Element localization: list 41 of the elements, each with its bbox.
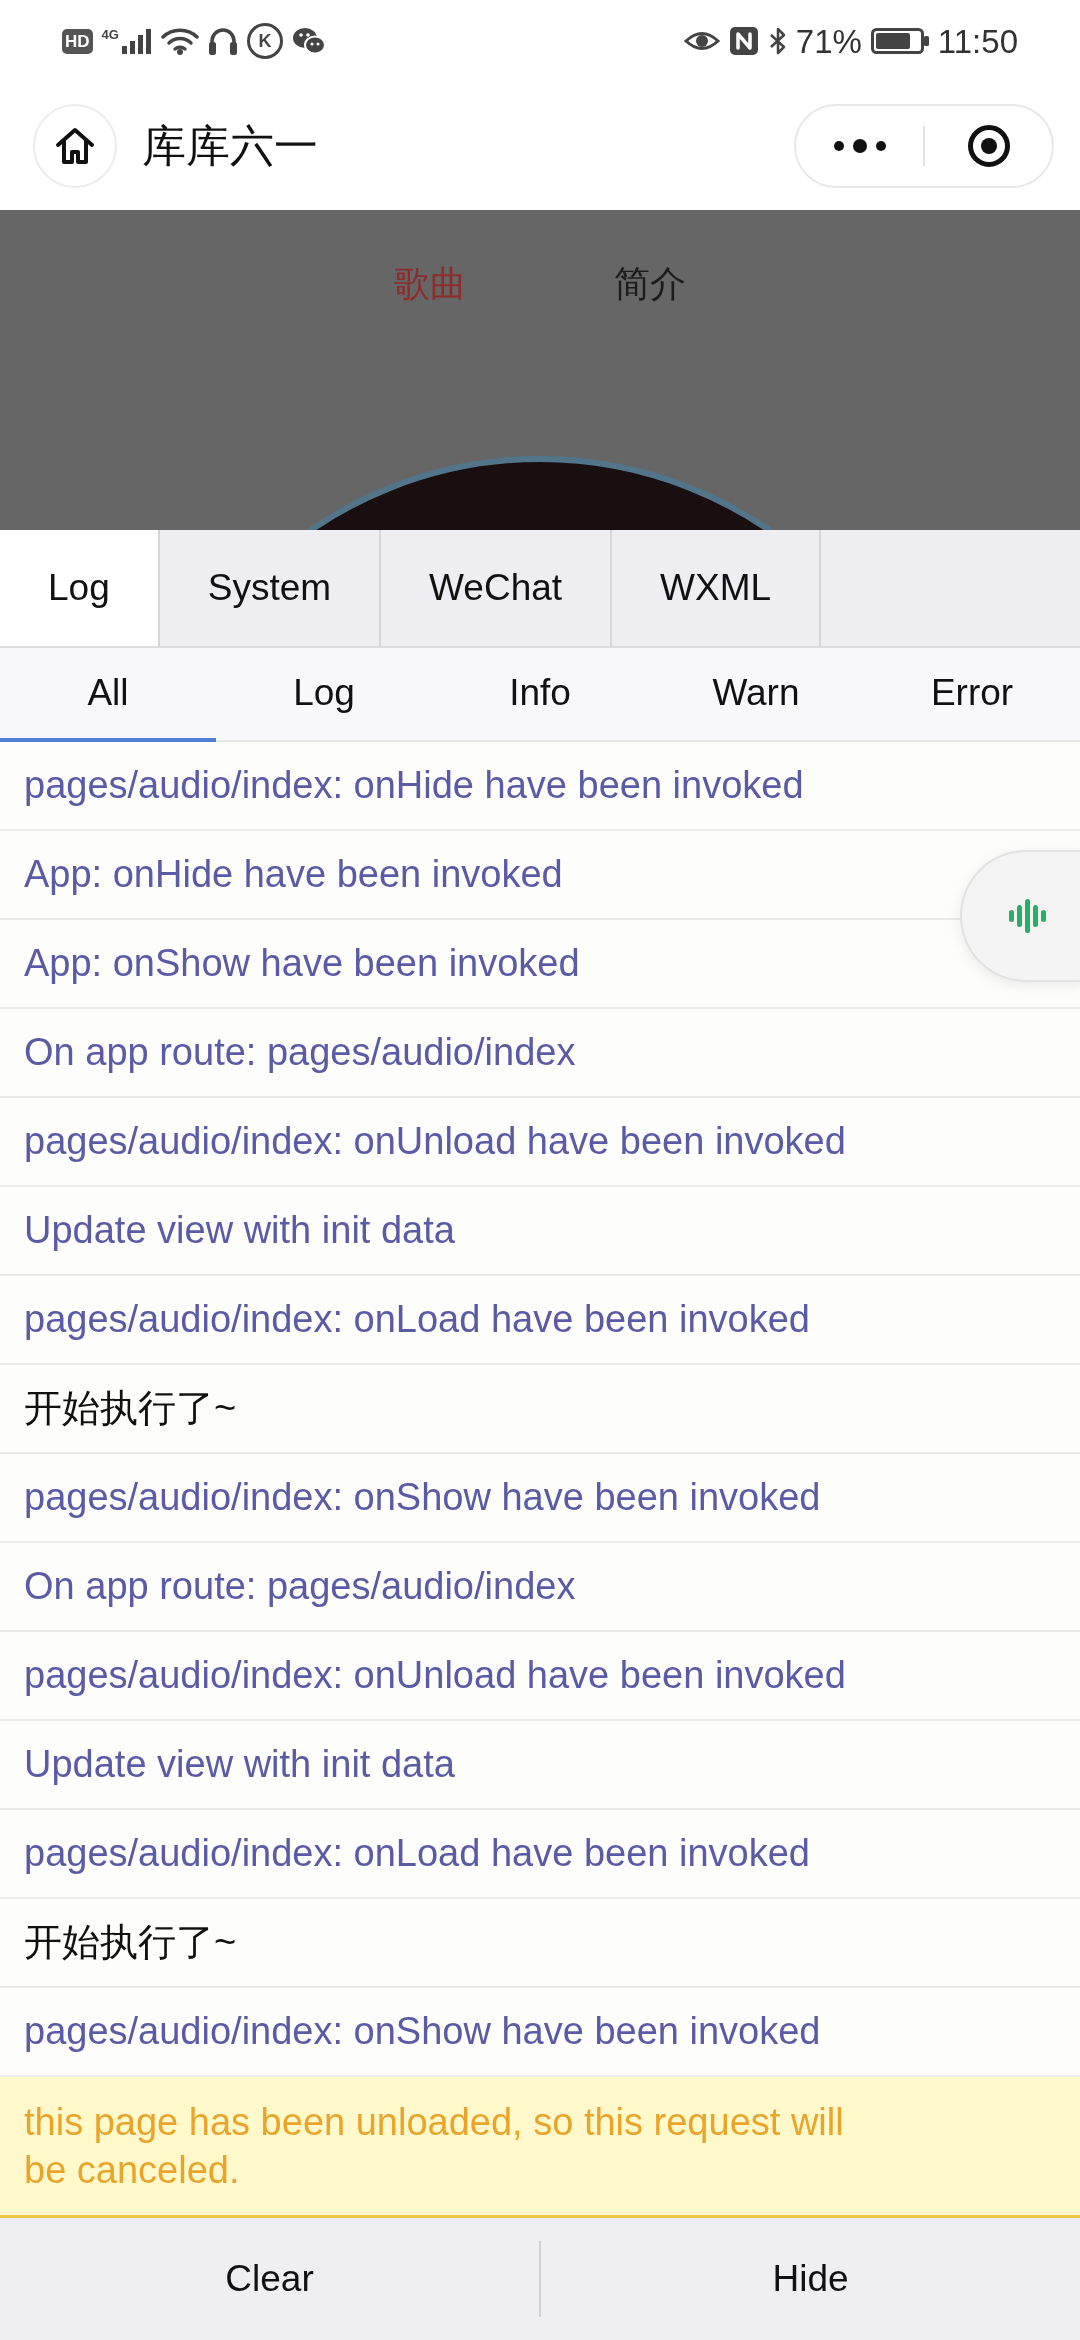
more-icon: [833, 139, 886, 153]
nfc-icon: [728, 26, 759, 56]
signal-icon: [120, 28, 152, 54]
log-filter-tab[interactable]: All: [0, 648, 216, 742]
warning-message: this page has been unloaded, so this request will be canceled.: [24, 2100, 845, 2193]
battery-icon: [870, 28, 929, 54]
log-message: App: onHide have been invoked: [24, 851, 563, 897]
log-filter-tab[interactable]: Log: [216, 648, 432, 742]
home-icon: [55, 126, 95, 166]
sound-wave-icon: [1008, 899, 1046, 933]
log-message: 开始执行了~: [24, 1385, 237, 1431]
console-tab[interactable]: Log: [0, 530, 160, 646]
log-message: On app route: pages/audio/index: [24, 1563, 576, 1609]
log-filter-tab[interactable]: Error: [864, 648, 1080, 742]
log-message: pages/audio/index: onLoad have been invoked: [24, 1296, 810, 1342]
battery-percent: 71%: [795, 24, 862, 58]
log-message: pages/audio/index: onUnload have been invoked: [24, 1118, 846, 1164]
log-message: Update view with init data: [24, 1207, 455, 1253]
log-message: pages/audio/index: onShow have been invoked: [24, 1474, 821, 1520]
circle-dot-icon: [966, 124, 1011, 168]
log-filter-tab[interactable]: Warn: [648, 648, 864, 742]
log-message: 开始执行了~: [24, 1919, 237, 1965]
page-title: 库库六一: [142, 119, 318, 172]
k-badge: K: [246, 23, 283, 59]
log-message: pages/audio/index: onLoad have been invoked: [24, 1830, 810, 1876]
chat-bubbles-icon: [291, 27, 326, 55]
log-message: On app route: pages/audio/index: [24, 1029, 576, 1075]
console-action-button[interactable]: Clear: [0, 2218, 539, 2340]
clock-time: 11:50: [937, 24, 1018, 58]
log-message: App: onShow have been invoked: [24, 940, 580, 986]
log-message: pages/audio/index: onUnload have been invoked: [24, 1652, 846, 1698]
console-action-button[interactable]: Hide: [541, 2218, 1080, 2340]
log-filter-tab[interactable]: Info: [432, 648, 648, 742]
log-message: Update view with init data: [24, 1741, 455, 1787]
log-message: pages/audio/index: onShow have been invoked: [24, 2008, 821, 2054]
wifi-icon: [160, 27, 199, 55]
network-type-label: 4G: [101, 28, 119, 41]
hd-badge: HD: [62, 28, 93, 54]
log-message: pages/audio/index: onHide have been invoked: [24, 762, 804, 808]
eye-icon: [683, 29, 720, 53]
headset-icon: [207, 26, 238, 56]
